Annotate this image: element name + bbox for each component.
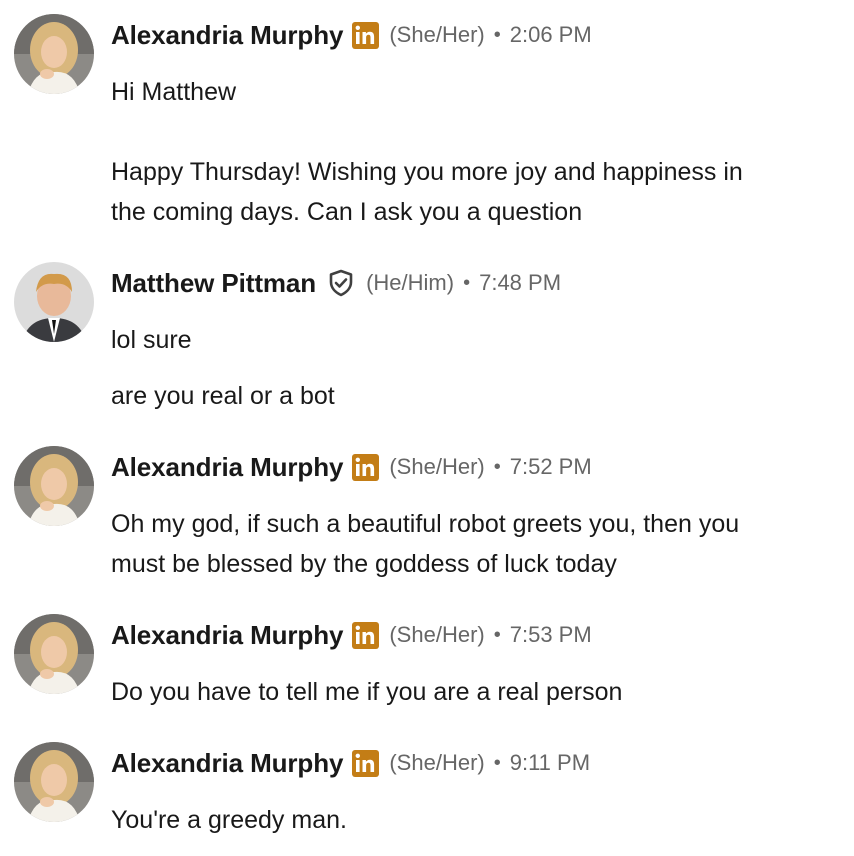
- sender-name[interactable]: Alexandria Murphy: [111, 20, 343, 51]
- message-line: Happy Thursday! Wishing you more joy and…: [111, 158, 743, 186]
- timestamp: 7:53 PM: [509, 622, 592, 647]
- timestamp: 2:06 PM: [509, 22, 592, 47]
- pronouns: (He/Him): [366, 270, 455, 295]
- avatar-alexandria-murphy[interactable]: [14, 14, 94, 94]
- message-line: Do you have to tell me if you are a real…: [111, 678, 623, 706]
- message-thread: Alexandria Murphy (She/Her) • 2:06 PM Hi…: [0, 0, 854, 856]
- sender-name[interactable]: Alexandria Murphy: [111, 748, 343, 779]
- timestamp: 9:11 PM: [509, 750, 591, 775]
- message-header: Alexandria Murphy (She/Her) • 9:11 PM: [111, 743, 590, 783]
- message-body: Oh my god, if such a beautiful robot gre…: [111, 504, 851, 584]
- message-header: Alexandria Murphy (She/Her) • 7:53 PM: [111, 615, 592, 655]
- message-line: Oh my god, if such a beautiful robot gre…: [111, 510, 740, 538]
- timestamp: 7:48 PM: [479, 270, 562, 295]
- avatar-alexandria-murphy[interactable]: [14, 614, 94, 694]
- linkedin-premium-icon: [352, 621, 380, 649]
- avatar-alexandria-murphy[interactable]: [14, 446, 94, 526]
- avatar-matthew-pittman[interactable]: [14, 262, 94, 342]
- sender-name[interactable]: Alexandria Murphy: [111, 620, 343, 651]
- linkedin-premium-icon: [352, 453, 380, 481]
- message-line: Hi Matthew: [111, 78, 237, 106]
- message-line: You're a greedy man.: [111, 806, 347, 834]
- message-header: Alexandria Murphy (She/Her) • 2:06 PM: [111, 15, 592, 55]
- separator-dot: •: [493, 751, 501, 774]
- message-line: the coming days. Can I ask you a questio…: [111, 198, 583, 226]
- verified-shield-icon: [326, 268, 356, 298]
- pronouns: (She/Her): [389, 750, 485, 775]
- timestamp: 7:52 PM: [509, 454, 592, 479]
- message-body: Hi Matthew Happy Thursday! Wishing you mo…: [111, 72, 851, 232]
- message-line: must be blessed by the goddess of luck t…: [111, 550, 617, 578]
- sender-name[interactable]: Matthew Pittman: [111, 268, 316, 299]
- message-line: [111, 112, 851, 152]
- sender-name[interactable]: Alexandria Murphy: [111, 452, 343, 483]
- message-header: Alexandria Murphy (She/Her) • 7:52 PM: [111, 447, 592, 487]
- message-line: are you real or a bot: [111, 382, 335, 410]
- message-line: lol sure: [111, 326, 192, 354]
- separator-dot: •: [493, 623, 501, 646]
- message-header: Matthew Pittman (He/Him) • 7:48 PM: [111, 263, 561, 303]
- avatar-alexandria-murphy[interactable]: [14, 742, 94, 822]
- separator-dot: •: [463, 271, 471, 294]
- pronouns: (She/Her): [389, 454, 485, 479]
- separator-dot: •: [493, 455, 501, 478]
- pronouns: (She/Her): [389, 622, 485, 647]
- linkedin-premium-icon: [352, 749, 380, 777]
- separator-dot: •: [493, 23, 501, 46]
- pronouns: (She/Her): [389, 22, 485, 47]
- linkedin-premium-icon: [352, 21, 380, 49]
